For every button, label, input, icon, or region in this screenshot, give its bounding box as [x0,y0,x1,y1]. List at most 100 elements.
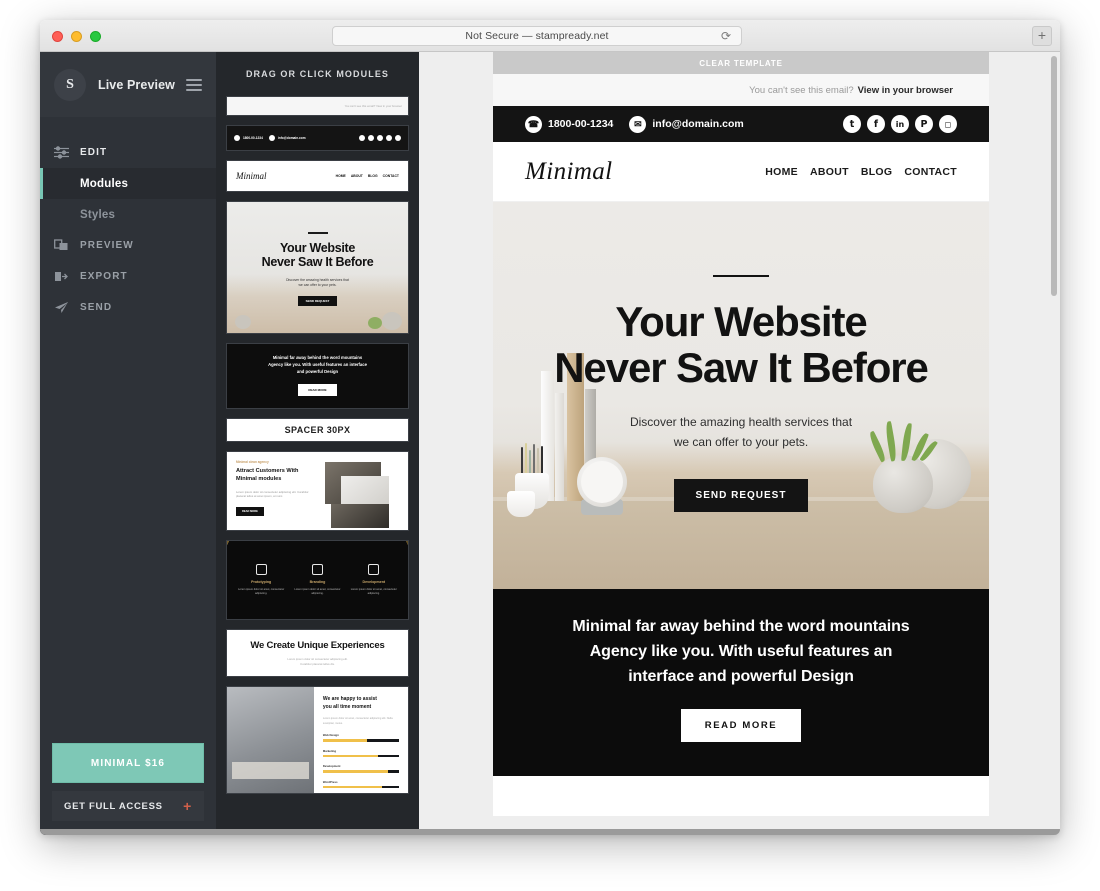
hero-title-line2: Never Saw It Before [554,344,929,392]
module-thumb-hero[interactable]: Your Website Never Saw It Before Discove… [226,201,409,334]
pinterest-icon[interactable]: P [915,115,933,133]
thumb-service-card: Prototyping Lorem ipsum dolor sit amet, … [235,564,287,597]
email-nav-links: HOME ABOUT BLOG CONTACT [765,166,957,178]
instagram-icon[interactable]: ◻ [939,115,957,133]
hero-title-line1: Your Website [615,298,867,345]
view-in-browser-link[interactable]: View in your browser [858,85,953,96]
thumb-service-card: Branding Lorem ipsum dolor sit amet, con… [291,564,343,597]
thumb-service-card: Development Lorem ipsum dolor sit amet, … [348,564,400,597]
skill-label: Development [322,764,341,769]
modules-list: You can't see this email? View in your b… [216,96,419,804]
sidebar-item-export[interactable]: EXPORT [40,261,216,292]
thumb-promo-cta: READ MORE [298,384,337,397]
modules-panel: DRAG OR CLICK MODULES You can't see this… [216,52,419,835]
email-contact[interactable]: ✉ info@domain.com [629,115,744,133]
sidebar-brand: S Live Preview [40,52,216,117]
phone-contact[interactable]: ☎ 1800-00-1234 [525,115,613,133]
thumb-skills-body: Lorem ipsum dolor sit amet, consectetur … [322,716,393,725]
module-thumb-contact-bar[interactable]: 1800-00-1234 info@domain.com [226,125,409,151]
get-full-access-label: GET FULL ACCESS [64,800,163,812]
read-more-button[interactable]: READ MORE [680,709,802,743]
sidebar-item-label: SEND [80,302,113,313]
get-full-access-button[interactable]: GET FULL ACCESS + [52,791,204,821]
thumb-feature-body: Lorem ipsum dolor sit consectetur adipis… [236,489,309,499]
app-body: S Live Preview EDIT Modules Styles PREVI… [40,52,1060,835]
address-bar-text: Not Secure — stampready.net [465,30,609,42]
module-thumb-browser-bar[interactable]: You can't see this email? View in your b… [226,96,409,116]
modules-panel-title: DRAG OR CLICK MODULES [245,69,390,79]
facebook-icon[interactable]: f [867,115,885,133]
sidebar-item-preview[interactable]: PREVIEW [40,230,216,261]
thumb-eyebrow: Minimal clean agency [236,460,269,465]
skill-bar [322,754,399,758]
nav-link-contact[interactable]: CONTACT [904,166,957,178]
twitter-icon[interactable]: t [843,115,861,133]
email-logo: Minimal [525,157,613,185]
nav-link-home[interactable]: HOME [765,166,798,178]
thumb-feature-title: Attract Customers With Minimal modules [236,468,299,482]
sidebar-nav: EDIT Modules Styles PREVIEW EXPORT SEND [40,137,216,323]
module-thumb-feature[interactable]: Minimal clean agency Attract Customers W… [226,451,409,532]
close-window-button[interactable] [52,31,63,42]
view-in-browser-bar: You can't see this email? View in your b… [493,74,989,106]
module-thumb-spacer[interactable]: SPACER 30PX [226,418,409,443]
droplet-icon [311,564,323,576]
thumb-rule [307,232,328,234]
browser-titlebar: Not Secure — stampready.net ⟳ + [40,20,1060,52]
sliders-icon [52,145,70,161]
thumb-socials [359,135,401,141]
thumb-phone: 1800-00-1234 [234,135,263,141]
module-thumb-nav-bar[interactable]: Minimal HOME ABOUT BLOG CONTACT [226,160,409,192]
module-thumb-skills[interactable]: We are happy to assist you all time mome… [226,686,409,795]
sidebar: S Live Preview EDIT Modules Styles PREVI… [40,52,216,835]
hero-subtitle: Discover the amazing health services tha… [493,413,989,453]
hero-sub-line2: we can offer to your pets. [673,435,809,450]
email-promo-section: Minimal far away behind the word mountai… [493,589,989,777]
minimize-window-button[interactable] [71,31,82,42]
reload-icon[interactable]: ⟳ [721,30,734,43]
skill-label: WordPress [322,779,338,784]
thumb-hero-cta: SEND REQUEST [297,296,338,307]
briefcase-icon [255,564,267,576]
thumb-promo-text: Minimal far away behind the word mountai… [268,355,367,375]
hamburger-icon[interactable] [186,78,202,91]
phone-icon: ☎ [525,115,542,133]
export-icon [52,269,70,285]
promo-title: Minimal far away behind the word mountai… [521,615,961,689]
sidebar-item-edit[interactable]: EDIT [40,137,216,168]
sidebar-item-label: Modules [80,177,129,190]
linkedin-icon[interactable]: in [891,115,909,133]
sidebar-item-send[interactable]: SEND [40,292,216,323]
skill-bar [322,739,399,742]
thumb-skills-image [227,687,314,794]
send-request-button[interactable]: SEND REQUEST [673,478,809,512]
skill-label: Web Design [322,733,339,738]
address-bar[interactable]: Not Secure — stampready.net ⟳ [332,26,742,46]
thumb-exp-title: We Create Unique Experiences [250,639,385,651]
thumb-spacer-label: SPACER 30PX [227,419,408,442]
email-contact-bar: ☎ 1800-00-1234 ✉ info@domain.com t f in … [493,106,989,142]
plus-icon: + [183,798,192,814]
sidebar-item-label: EXPORT [80,271,128,282]
paper-plane-icon [52,300,70,316]
maximize-window-button[interactable] [90,31,101,42]
module-thumb-experience[interactable]: We Create Unique Experiences Lorem ipsum… [226,629,409,678]
new-tab-button[interactable]: + [1032,26,1052,46]
plan-price-button[interactable]: MINIMAL $16 [52,743,204,783]
sidebar-item-modules[interactable]: Modules [40,168,216,199]
envelope-icon: ✉ [629,115,647,133]
sidebar-item-styles[interactable]: Styles [40,199,216,230]
preview-canvas[interactable]: CLEAR TEMPLATE You can't see this email?… [419,52,1060,835]
email-tail [493,776,989,817]
thumb-hero-sub: Discover the amazing health services tha… [286,278,349,288]
brand-title: Live Preview [98,77,175,92]
module-thumb-services[interactable]: Prototyping Lorem ipsum dolor sit amet, … [226,540,409,621]
social-links: t f in P ◻ [843,115,957,133]
preview-scrollbar[interactable] [1051,56,1057,296]
module-thumb-promo[interactable]: Minimal far away behind the word mountai… [226,343,409,410]
clear-template-button[interactable]: CLEAR TEMPLATE [493,52,989,74]
nav-link-blog[interactable]: BLOG [861,166,893,178]
nav-link-about[interactable]: ABOUT [810,166,849,178]
brand-avatar: S [54,68,86,101]
email-document: CLEAR TEMPLATE You can't see this email?… [493,52,989,817]
